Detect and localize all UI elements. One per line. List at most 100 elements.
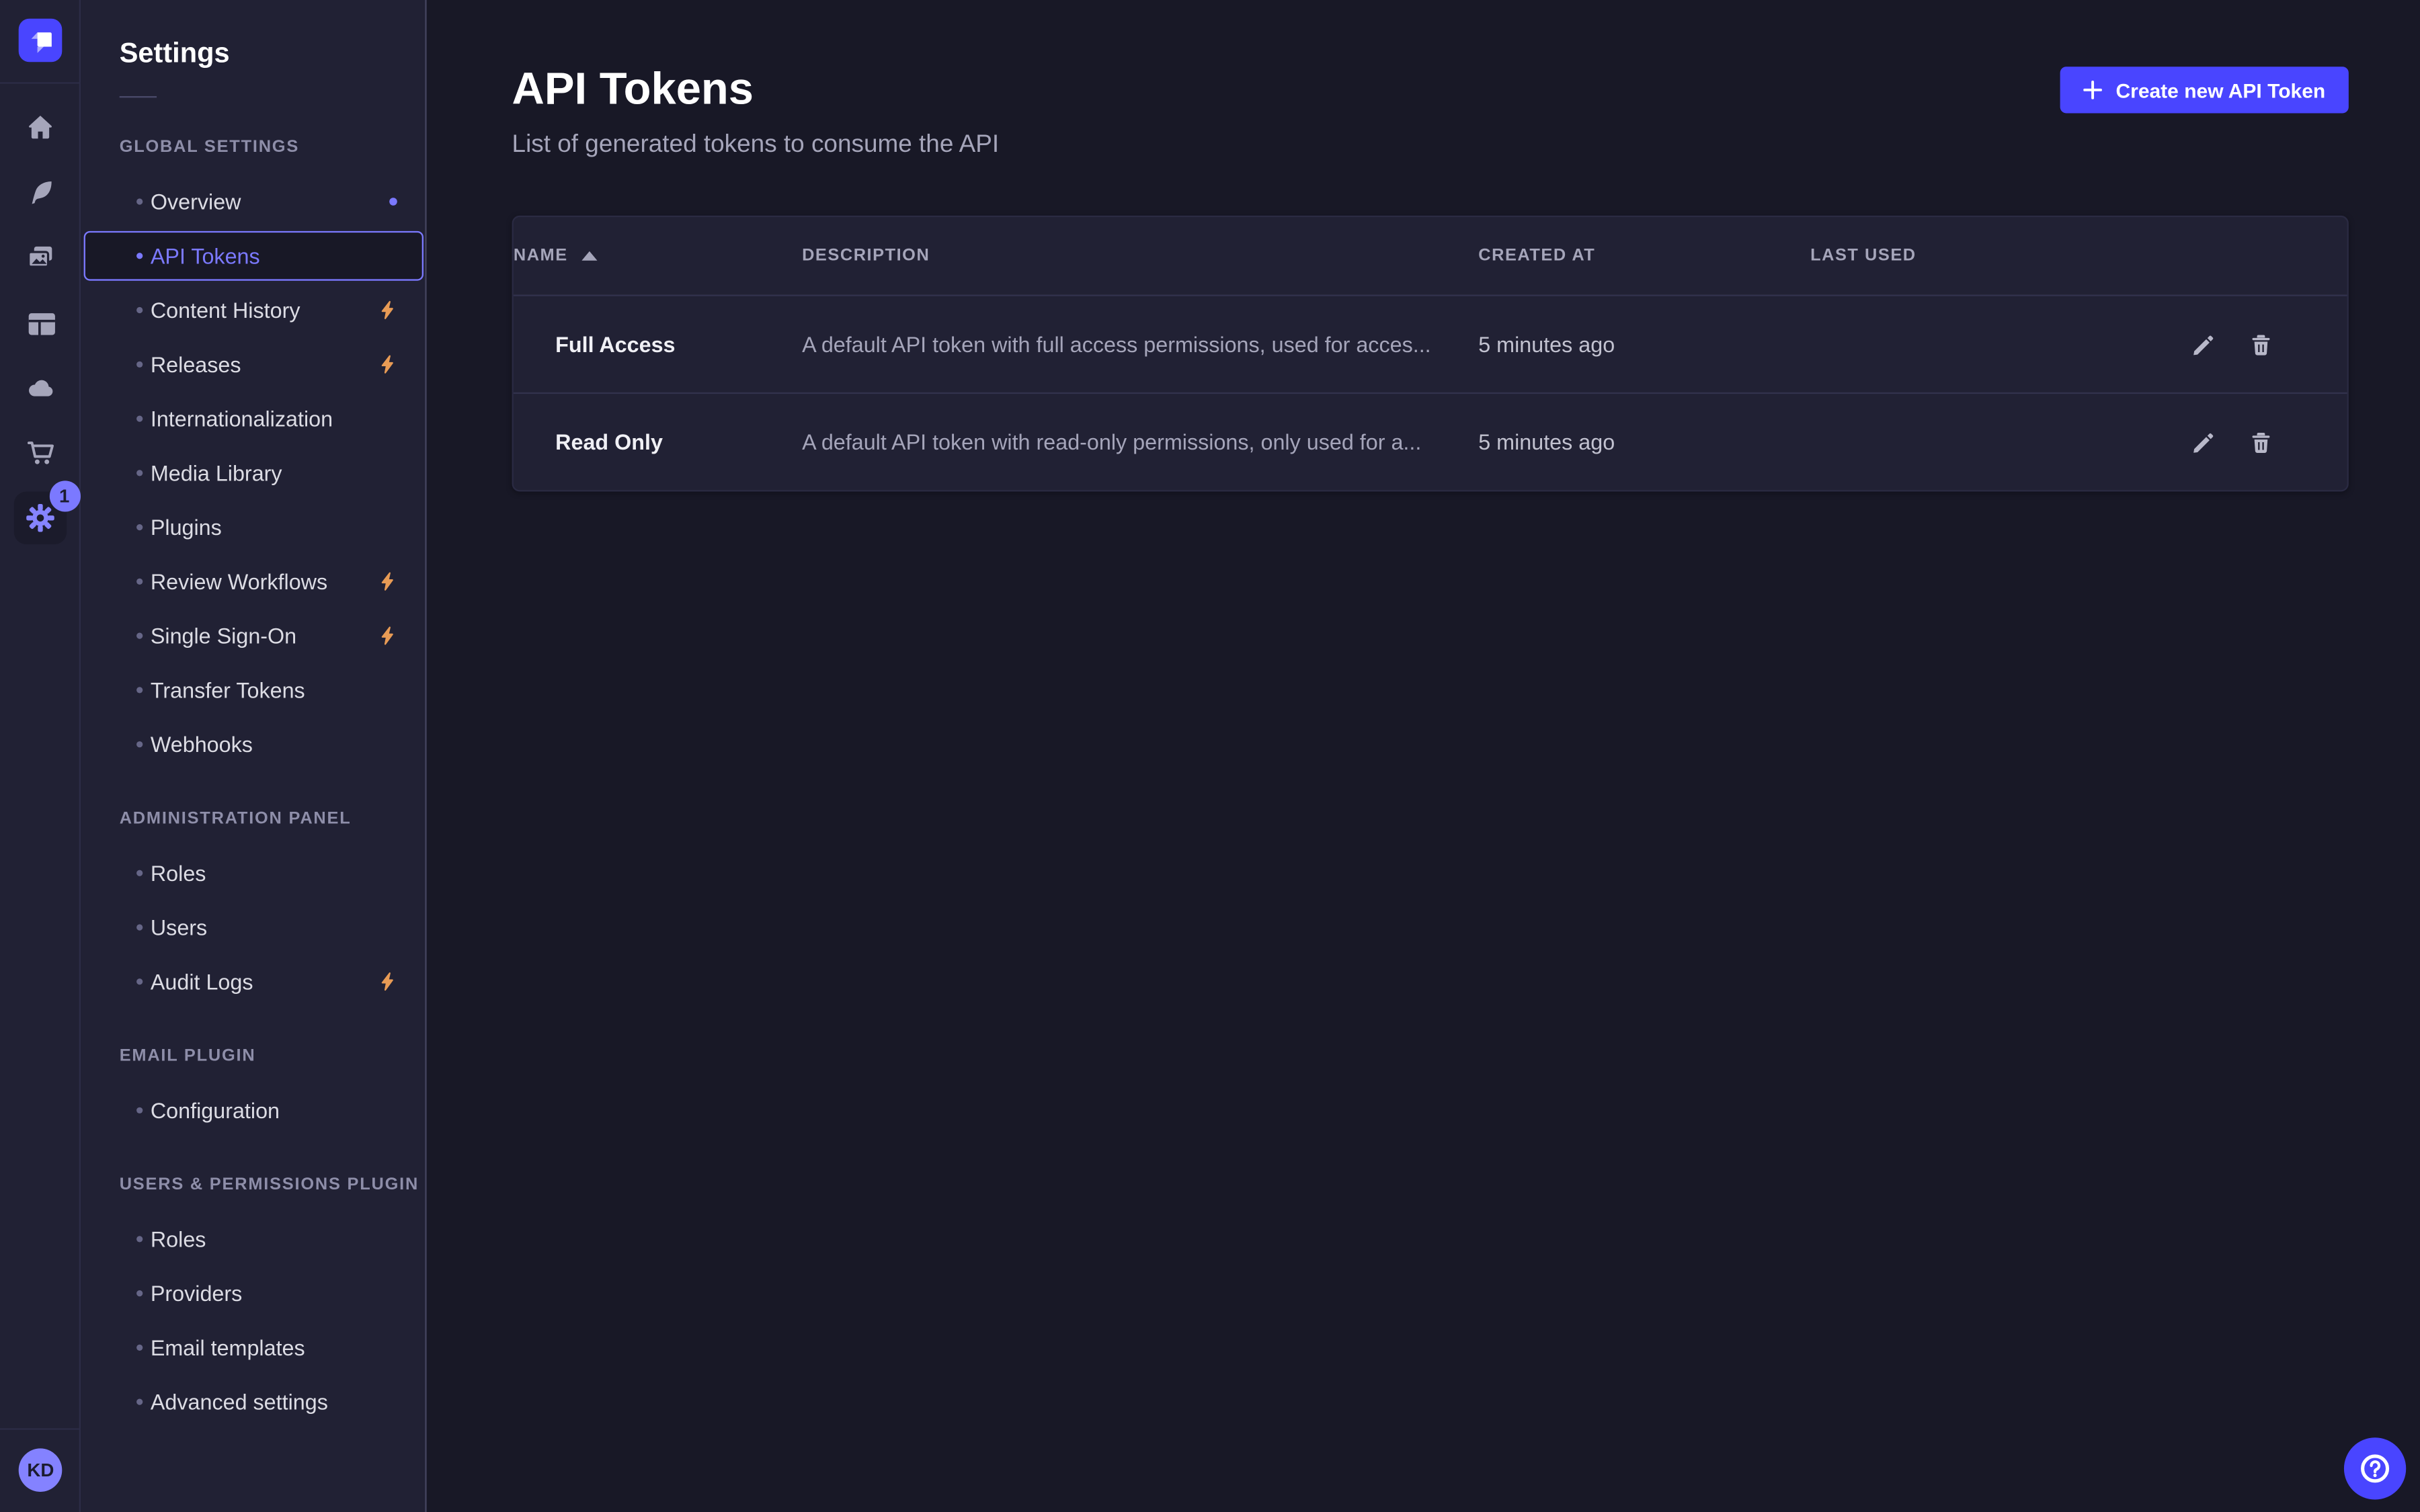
section-label: ADMINISTRATION PANEL — [81, 808, 425, 829]
cloud-glyph — [24, 372, 55, 403]
home-glyph — [24, 112, 55, 142]
column-header[interactable]: NAME — [514, 247, 802, 265]
question-mark-icon — [2358, 1452, 2392, 1486]
nav-list: Configuration — [81, 1085, 425, 1135]
column-header-label: DESCRIPTION — [802, 247, 930, 265]
cloud-icon[interactable] — [13, 362, 66, 414]
create-api-token-button[interactable]: Create new API Token — [2060, 67, 2348, 113]
subnav-item-label: Releases — [151, 352, 241, 377]
section-label: EMAIL PLUGIN — [81, 1045, 425, 1066]
nav-list: Roles Users — [81, 848, 425, 1006]
subnav-item-label: Media Library — [151, 460, 282, 485]
subnav-item[interactable]: Roles — [84, 1214, 424, 1264]
delete-token-button[interactable] — [2245, 427, 2275, 458]
pencil-icon — [2189, 429, 2216, 455]
delete-token-button[interactable] — [2245, 329, 2275, 360]
subnav-item[interactable]: Single Sign-On — [84, 611, 424, 661]
images-glyph — [24, 242, 55, 273]
subnav-item[interactable]: Audit Logs — [84, 957, 424, 1007]
subnav-item[interactable]: Webhooks — [84, 720, 424, 769]
strapi-logo[interactable] — [18, 19, 62, 62]
plus-icon — [2083, 81, 2102, 99]
subnav-item[interactable]: Providers — [84, 1269, 424, 1318]
app-window: 1 KD Settings GLOBAL SETTINGS Overview — [0, 0, 2420, 1512]
subnav-item-label: Overview — [151, 190, 241, 214]
lightning-icon — [377, 299, 399, 321]
home-icon[interactable] — [13, 101, 66, 153]
subnav-item-label: Review Workflows — [151, 569, 327, 594]
table-body: Full Access A default API token with ful… — [514, 294, 2347, 490]
subnav-item-label: Content History — [151, 298, 300, 323]
subnav-divider — [120, 96, 157, 97]
token-created-at: 5 minutes ago — [1478, 429, 1810, 454]
edit-token-button[interactable] — [2187, 329, 2218, 360]
column-header-label: NAME — [514, 247, 568, 265]
subnav-item-label: Transfer Tokens — [151, 677, 305, 702]
subnav-item[interactable]: Internationalization — [84, 394, 424, 444]
subnav-item-label: Internationalization — [151, 407, 333, 431]
sort-ascending-icon — [581, 251, 597, 261]
table-header-row: NAME DESCRIPTION CREATED AT LAST — [514, 217, 2347, 294]
subnav-item-label: Plugins — [151, 515, 222, 540]
row-actions — [2142, 329, 2347, 360]
strapi-logo-icon — [18, 19, 62, 62]
subnav-item[interactable]: Email templates — [84, 1322, 424, 1372]
content-manager-feather-icon[interactable] — [13, 166, 66, 218]
column-header[interactable]: LAST USED — [1810, 247, 2142, 265]
subnav-title: Settings — [81, 34, 425, 71]
subnav-item[interactable]: Plugins — [84, 503, 424, 552]
lightning-icon — [377, 625, 399, 646]
layout-glyph — [24, 307, 55, 338]
subnav-item[interactable]: API Tokens — [84, 231, 424, 281]
lightning-icon — [377, 571, 399, 592]
feather-glyph — [24, 177, 55, 208]
settings-gear-icon[interactable]: 1 — [13, 492, 66, 544]
subnav-item[interactable]: Content History — [84, 286, 424, 335]
subnav-item[interactable]: Advanced settings — [84, 1377, 424, 1427]
content-type-builder-layout-icon[interactable] — [13, 296, 66, 349]
user-avatar[interactable]: KD — [18, 1448, 62, 1492]
rail-bottom-divider — [0, 1428, 80, 1429]
table-row[interactable]: Read Only A default API token with read-… — [514, 392, 2347, 490]
rail-divider — [0, 82, 80, 83]
column-header[interactable]: CREATED AT — [1478, 247, 1810, 265]
table-row[interactable]: Full Access A default API token with ful… — [514, 294, 2347, 392]
api-tokens-table: NAME DESCRIPTION CREATED AT LAST — [512, 216, 2349, 492]
main-nav-rail: 1 KD — [0, 0, 81, 1512]
subnav-item[interactable]: Users — [84, 902, 424, 952]
marketplace-cart-icon[interactable] — [13, 427, 66, 479]
subnav-item-label: Email templates — [151, 1335, 305, 1360]
help-button[interactable] — [2344, 1437, 2406, 1499]
section-label: GLOBAL SETTINGS — [81, 136, 425, 158]
subnav-item[interactable]: Overview — [84, 177, 424, 226]
gear-glyph — [22, 501, 56, 535]
subnav-item[interactable]: Roles — [84, 848, 424, 898]
section-global-settings: GLOBAL SETTINGS Overview API Tokens — [81, 136, 425, 769]
nav-list: Roles Providers — [81, 1214, 425, 1427]
column-header-label: CREATED AT — [1478, 247, 1595, 265]
nav-list: Overview API Tokens — [81, 177, 425, 769]
create-api-token-label: Create new API Token — [2115, 79, 2325, 102]
section-email-plugin: EMAIL PLUGIN Configuration — [81, 1045, 425, 1135]
token-description: A default API token with full access per… — [802, 332, 1478, 357]
subnav-item-label: Advanced settings — [151, 1390, 328, 1415]
page-subtitle: List of generated tokens to consume the … — [512, 130, 2349, 161]
subnav-item[interactable]: Transfer Tokens — [84, 665, 424, 715]
subnav-item-label: Providers — [151, 1281, 242, 1306]
trash-icon — [2247, 429, 2273, 455]
token-name: Full Access — [514, 332, 802, 357]
token-description: A default API token with read-only permi… — [802, 429, 1478, 454]
subnav-item[interactable]: Review Workflows — [84, 556, 424, 606]
rail-icon-list: 1 — [0, 95, 79, 550]
subnav-item[interactable]: Configuration — [84, 1085, 424, 1135]
section-users-permissions-plugin: USERS & PERMISSIONS PLUGIN Roles Provide… — [81, 1174, 425, 1427]
subnav-item[interactable]: Media Library — [84, 448, 424, 498]
settings-subnav: Settings GLOBAL SETTINGS Overview API To — [81, 0, 427, 1512]
column-header[interactable]: DESCRIPTION — [802, 247, 1478, 265]
token-created-at: 5 minutes ago — [1478, 332, 1810, 357]
subnav-item[interactable]: Releases — [84, 339, 424, 389]
page-header: API Tokens Create new API Token — [512, 62, 2349, 118]
edit-token-button[interactable] — [2187, 427, 2218, 458]
media-library-images-icon[interactable] — [13, 231, 66, 284]
subnav-item-label: API Tokens — [151, 243, 260, 268]
